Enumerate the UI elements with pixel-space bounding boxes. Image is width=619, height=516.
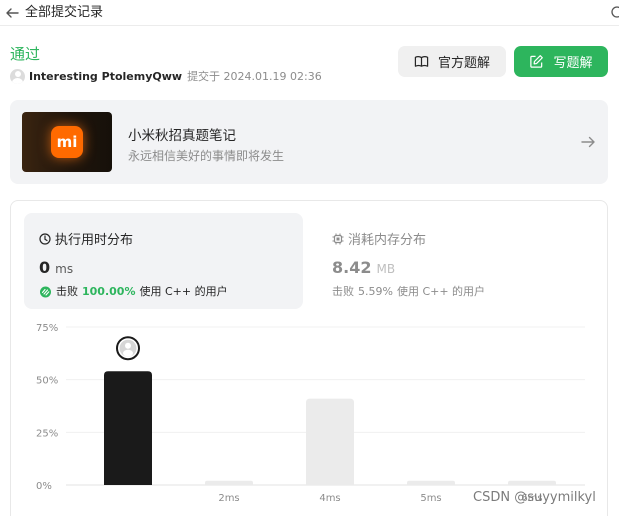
y-tick-label: 25% xyxy=(36,428,58,439)
y-tick-label: 75% xyxy=(36,323,58,334)
bar xyxy=(205,480,253,485)
bar-selected xyxy=(104,371,152,485)
bar xyxy=(306,398,354,485)
bar xyxy=(508,480,556,485)
avatar-head xyxy=(125,342,131,349)
runtime-distribution-chart: 75%50%25%0%2ms 4ms 5ms 6ms xyxy=(36,323,585,504)
y-tick-label: 50% xyxy=(36,376,58,387)
bar xyxy=(407,480,455,485)
x-tick-label: 2ms xyxy=(218,493,239,504)
x-tick-label: 5ms xyxy=(420,493,441,504)
x-tick-label: 4ms xyxy=(319,493,340,504)
avatar-body xyxy=(123,349,133,357)
y-tick-label: 0% xyxy=(36,481,52,492)
watermark: CSDN @suyymilkyl xyxy=(473,490,596,505)
